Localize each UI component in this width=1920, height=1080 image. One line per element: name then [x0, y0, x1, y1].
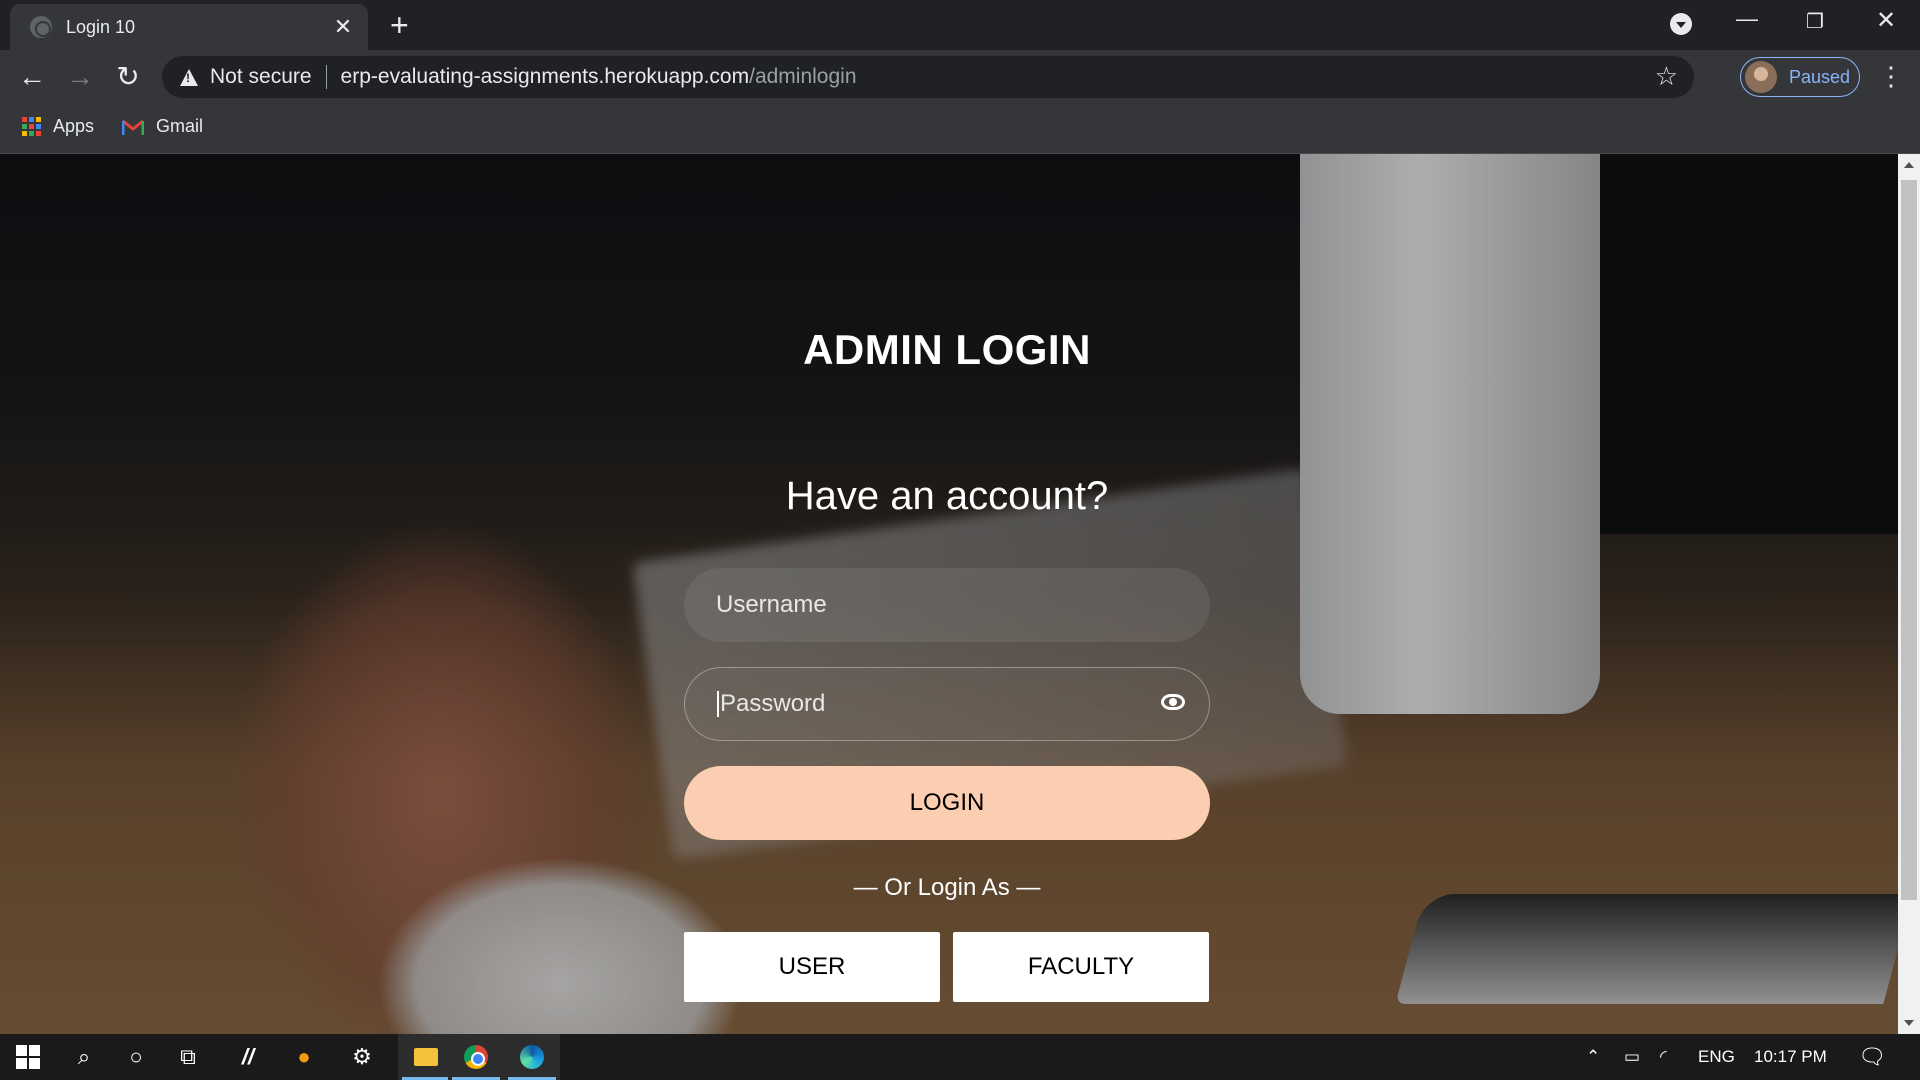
tray-chevron-icon[interactable]: ⌃: [1586, 1034, 1600, 1080]
windows-logo-icon: [16, 1045, 40, 1069]
omnibox-divider: [325, 65, 327, 89]
scroll-down-icon[interactable]: [1904, 1020, 1914, 1026]
start-button[interactable]: [0, 1034, 56, 1080]
avatar: [1745, 61, 1777, 93]
task-view-icon[interactable]: ⧉: [160, 1034, 216, 1080]
file-explorer-icon[interactable]: [398, 1034, 454, 1080]
new-tab-button[interactable]: +: [390, 9, 409, 41]
page-scrollbar[interactable]: [1898, 154, 1920, 1034]
back-arrow-icon[interactable]: ←: [14, 60, 50, 94]
edge-icon[interactable]: [504, 1034, 560, 1080]
minimize-icon[interactable]: —: [1736, 6, 1758, 32]
profile-button[interactable]: Paused: [1740, 57, 1860, 97]
user-login-button[interactable]: USER: [684, 932, 940, 1002]
tab-title: Login 10: [66, 16, 136, 37]
battery-icon[interactable]: ▭: [1624, 1034, 1640, 1080]
login-page: ADMIN LOGIN Have an account? Username Pa…: [0, 154, 1898, 1034]
profile-status: Paused: [1789, 66, 1851, 87]
reload-icon[interactable]: ↻: [110, 60, 146, 94]
or-login-as-label: — Or Login As —: [853, 874, 1041, 901]
faculty-login-button[interactable]: FACULTY: [953, 932, 1209, 1002]
search-icon[interactable]: ⌕: [56, 1034, 112, 1080]
security-label: Not secure: [210, 65, 312, 88]
globe-icon: [30, 16, 52, 38]
bookmarks-bar: Apps Gmail: [0, 104, 1920, 154]
warning-icon: [180, 68, 198, 86]
gmail-icon: [122, 119, 144, 135]
url-path: /adminlogin: [749, 65, 857, 88]
notification-icon[interactable]: 🗨: [1858, 1034, 1886, 1080]
address-bar[interactable]: Not secure erp-evaluating-assignments.he…: [162, 56, 1694, 98]
page-title: ADMIN LOGIN: [803, 326, 1091, 373]
windows-taskbar: ⌕ ○ ⧉ // ● ⚙ ⌃ ▭ ◜ ENG 10:17 PM 🗨: [0, 1034, 1920, 1080]
url-host: erp-evaluating-assignments.herokuapp.com: [340, 65, 750, 88]
tab-close-button[interactable]: ✕: [330, 14, 356, 40]
settings-gear-icon[interactable]: ⚙: [334, 1034, 390, 1080]
tab-search-icon[interactable]: [1670, 13, 1692, 35]
cortana-icon[interactable]: ○: [108, 1034, 164, 1080]
password-placeholder: Password: [720, 690, 826, 717]
bookmark-apps[interactable]: Apps: [22, 116, 94, 137]
clock[interactable]: 10:17 PM: [1754, 1034, 1827, 1080]
chrome-icon[interactable]: [448, 1034, 504, 1080]
password-field[interactable]: Password: [684, 667, 1210, 741]
forward-arrow-icon[interactable]: →: [62, 60, 98, 94]
bookmark-star-icon[interactable]: ☆: [1655, 61, 1678, 92]
bookmark-gmail[interactable]: Gmail: [122, 116, 203, 137]
pen-app-icon[interactable]: //: [220, 1034, 276, 1080]
browser-toolbar: ← → ↻ Not secure erp-evaluating-assignme…: [0, 50, 1920, 104]
tab-strip: Login 10 ✕ + — ❐ ✕: [0, 0, 1920, 50]
form-subtitle: Have an account?: [785, 474, 1109, 518]
restore-icon[interactable]: ❐: [1806, 9, 1824, 34]
scroll-thumb[interactable]: [1901, 180, 1917, 900]
login-button[interactable]: LOGIN: [684, 766, 1210, 840]
window-close-icon[interactable]: ✕: [1876, 6, 1896, 35]
fruity-app-icon[interactable]: ●: [276, 1034, 332, 1080]
bookmark-label: Gmail: [156, 116, 204, 136]
eye-icon[interactable]: [1161, 694, 1185, 710]
username-placeholder: Username: [716, 591, 827, 618]
scroll-up-icon[interactable]: [1904, 162, 1914, 168]
apps-grid-icon: [22, 117, 41, 136]
username-field[interactable]: Username: [684, 568, 1210, 642]
browser-tab[interactable]: Login 10 ✕: [10, 4, 368, 50]
more-menu-icon[interactable]: ⋮: [1878, 60, 1904, 92]
text-caret: [717, 691, 719, 717]
language-indicator[interactable]: ENG: [1698, 1034, 1735, 1080]
bookmark-label: Apps: [53, 116, 95, 136]
wifi-icon[interactable]: ◜: [1660, 1034, 1667, 1080]
